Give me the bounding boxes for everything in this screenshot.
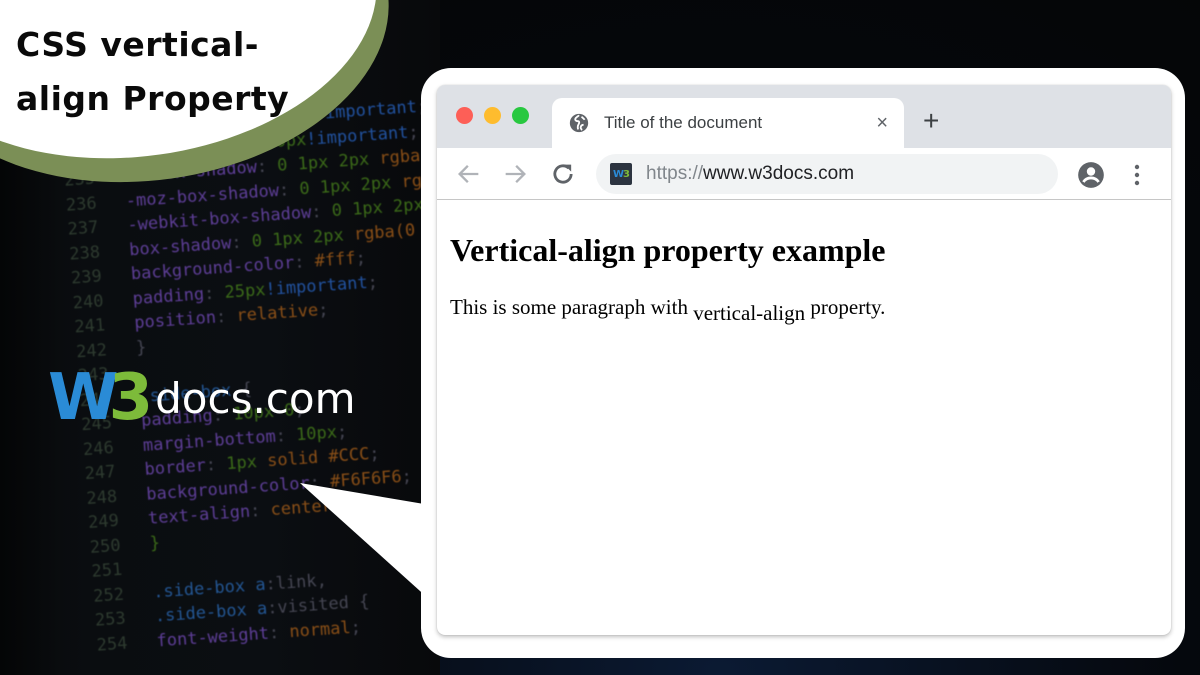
code-token: font-weight: [155, 623, 270, 652]
profile-icon[interactable]: [1077, 161, 1105, 189]
tab-bar: Title of the document × +: [437, 85, 1171, 148]
close-window-button[interactable]: [456, 107, 473, 124]
globe-icon: [569, 113, 589, 133]
page-content: Vertical-align property example This is …: [437, 200, 1171, 358]
code-token: :: [278, 178, 301, 201]
code-token: }: [149, 532, 161, 554]
kebab-menu-icon[interactable]: [1129, 161, 1145, 189]
reload-icon[interactable]: [549, 160, 577, 188]
code-token: center: [269, 496, 333, 521]
code-text: }: [149, 531, 161, 556]
forward-arrow-icon[interactable]: [501, 160, 529, 188]
code-token: 10px: [295, 421, 338, 445]
logo-text: docs.com: [155, 374, 356, 423]
code-token: :: [310, 201, 333, 223]
paragraph-text-before: This is some paragraph with: [450, 295, 694, 319]
code-token: 1px: [225, 451, 268, 475]
code-token: normal: [288, 617, 352, 642]
vertical-align-span: vertical-align: [693, 301, 806, 325]
code-token: :: [230, 231, 253, 253]
browser-toolbar: W3 https://www.w3docs.com: [437, 148, 1171, 200]
code-token: relative: [235, 300, 319, 327]
site-favicon: W3: [610, 163, 632, 185]
code-token: :: [308, 471, 331, 493]
browser-window: Title of the document × + W3 https://www…: [437, 85, 1171, 635]
code-token: :: [203, 282, 226, 304]
code-token: :: [215, 306, 238, 328]
code-token: }: [135, 337, 147, 358]
logo-3: 3: [108, 361, 154, 435]
minimize-window-button[interactable]: [484, 107, 501, 124]
w3docs-logo: W 3 docs.com: [48, 361, 356, 435]
code-token: ;: [336, 421, 348, 442]
code-token: :: [274, 424, 297, 447]
window-controls: [456, 107, 529, 124]
code-text: }: [135, 335, 147, 360]
code-token: rgba: [378, 145, 421, 169]
logo-w: W: [48, 361, 119, 435]
new-tab-button[interactable]: +: [923, 107, 939, 135]
code-token: border: [143, 455, 207, 480]
code-token: :: [256, 155, 278, 178]
code-token: padding: [131, 283, 205, 309]
code-token: text-align: [147, 501, 251, 529]
code-token: ;: [368, 443, 381, 465]
banner-title: CSS vertical- align Property: [16, 18, 336, 126]
url-scheme: https://: [646, 163, 704, 184]
maximize-window-button[interactable]: [512, 107, 529, 124]
code-token: position: [133, 307, 217, 334]
code-token: :: [205, 454, 228, 476]
banner-title-line-2: align Property: [16, 79, 290, 118]
code-token: ;: [331, 495, 343, 516]
code-token: ;: [354, 248, 367, 269]
code-token: ;: [400, 465, 413, 487]
code-token: ;: [407, 121, 420, 143]
code-token: ;: [366, 271, 379, 293]
code-token: rgba(0: [353, 220, 416, 245]
url-text: https://www.w3docs.com: [646, 163, 854, 185]
page-heading: Vertical-align property example: [450, 232, 886, 268]
code-token: !important: [264, 272, 369, 300]
code-token: #F6F6F6: [329, 466, 403, 492]
code-token: :: [249, 500, 272, 522]
back-arrow-icon[interactable]: [455, 160, 483, 188]
code-token: :: [268, 621, 291, 644]
url-host: www.w3docs.com: [703, 163, 855, 184]
banner-title-line-1: CSS vertical-: [16, 25, 259, 64]
line-number: 254: [96, 633, 129, 656]
paragraph-text-after: property.: [805, 295, 886, 319]
tab-close-icon[interactable]: ×: [876, 112, 888, 135]
tab-active[interactable]: Title of the document ×: [552, 98, 904, 148]
code-token: ;: [317, 299, 330, 321]
tab-title: Title of the document: [604, 113, 763, 132]
code-token: :link,: [264, 570, 328, 595]
code-token: :: [293, 251, 316, 273]
code-token: 25px: [223, 279, 267, 303]
code-token: #fff: [314, 248, 357, 272]
code-token: ;: [349, 616, 362, 638]
address-bar[interactable]: W3 https://www.w3docs.com: [596, 154, 1058, 194]
page-paragraph: This is some paragraph with vertical-ali…: [450, 292, 1158, 328]
